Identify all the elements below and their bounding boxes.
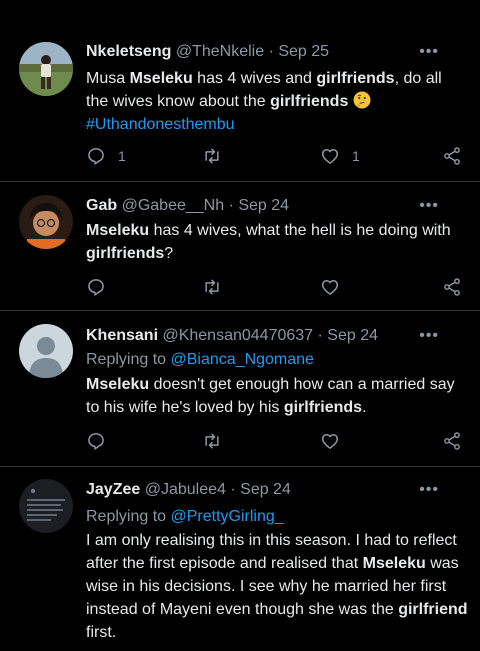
separator-dot: · bbox=[228, 197, 234, 214]
hashtag-link[interactable]: #Uthandonesthembu bbox=[86, 116, 235, 133]
like-button[interactable] bbox=[320, 429, 340, 453]
reply-button[interactable]: 1 bbox=[86, 144, 126, 168]
more-icon[interactable]: ••• bbox=[419, 479, 439, 501]
text-segment: has 4 wives and bbox=[192, 70, 317, 87]
replying-label: Replying to bbox=[86, 351, 171, 368]
text-segment: . bbox=[362, 399, 367, 416]
tweet-date[interactable]: Sep 24 bbox=[240, 481, 291, 498]
like-button[interactable]: 1 bbox=[320, 144, 360, 168]
separator-dot: · bbox=[230, 481, 236, 498]
more-icon[interactable]: ••• bbox=[419, 325, 439, 347]
display-name[interactable]: Nkeletseng bbox=[86, 43, 171, 60]
text-bold: Mseleku bbox=[86, 222, 150, 239]
text-bold: girlfriends bbox=[316, 70, 395, 87]
tweet-text: Musa Mseleku has 4 wives and girlfriends… bbox=[86, 67, 466, 136]
tweet-header: JayZee @Jabulee4 · Sep 24 ••• bbox=[86, 479, 460, 501]
share-button[interactable] bbox=[442, 144, 462, 168]
share-icon bbox=[444, 147, 460, 165]
reply-icon bbox=[88, 433, 104, 450]
share-button[interactable] bbox=[442, 275, 462, 299]
avatar[interactable] bbox=[19, 324, 73, 378]
tweet-header: Khensani @Khensan04470637 · Sep 24 ••• bbox=[86, 325, 460, 347]
share-icon bbox=[444, 432, 460, 450]
tweet[interactable]: Gab @Gabee__Nh · Sep 24 ••• Mseleku has … bbox=[0, 182, 480, 310]
thinking-face-emoji bbox=[353, 91, 371, 109]
tweet-date[interactable]: Sep 24 bbox=[327, 327, 378, 344]
tweet-actions bbox=[86, 275, 466, 299]
share-icon bbox=[444, 278, 460, 296]
tweet-text: Mseleku doesn't get enough how can a mar… bbox=[86, 373, 466, 419]
reply-button[interactable] bbox=[86, 429, 106, 453]
separator-dot: · bbox=[268, 43, 274, 60]
more-icon[interactable]: ••• bbox=[419, 41, 439, 63]
default-avatar-icon bbox=[19, 324, 73, 378]
tweet-date[interactable]: Sep 25 bbox=[278, 43, 329, 60]
retweet-icon bbox=[205, 279, 219, 295]
like-icon bbox=[321, 280, 339, 295]
tweet-text: Mseleku has 4 wives, what the hell is he… bbox=[86, 219, 466, 265]
replying-label: Replying to bbox=[86, 508, 171, 525]
replying-to: Replying to @PrettyGirling_ bbox=[86, 506, 284, 528]
reply-icon bbox=[88, 279, 104, 296]
text-bold: Mseleku bbox=[129, 70, 193, 87]
reply-icon bbox=[88, 148, 104, 165]
user-handle[interactable]: @Khensan04470637 bbox=[162, 327, 313, 344]
tweet-date[interactable]: Sep 24 bbox=[238, 197, 289, 214]
text-bold: girlfriends bbox=[86, 245, 165, 262]
like-count: 1 bbox=[352, 148, 360, 164]
tweet-header: Gab @Gabee__Nh · Sep 24 ••• bbox=[86, 195, 460, 217]
text-bold: girlfriend bbox=[398, 601, 468, 618]
retweet-icon bbox=[205, 433, 219, 449]
text-segment: first. bbox=[86, 624, 117, 641]
retweet-button[interactable] bbox=[202, 144, 222, 168]
text-segment: ? bbox=[164, 245, 174, 262]
retweet-button[interactable] bbox=[202, 275, 222, 299]
avatar-photo bbox=[19, 195, 73, 249]
tweet-feed: Nkeletseng @TheNkelie · Sep 25 ••• Musa … bbox=[0, 0, 480, 651]
more-icon[interactable]: ••• bbox=[419, 195, 439, 217]
tweet[interactable]: JayZee @Jabulee4 · Sep 24 ••• Replying t… bbox=[0, 467, 480, 651]
text-segment: Musa bbox=[86, 70, 130, 87]
retweet-button[interactable] bbox=[202, 429, 222, 453]
retweet-icon bbox=[205, 148, 219, 164]
like-icon bbox=[321, 434, 339, 449]
tweet-header: Nkeletseng @TheNkelie · Sep 25 ••• bbox=[86, 41, 460, 63]
text-bold: girlfriends bbox=[283, 399, 363, 416]
tweet-text: I am only realising this in this season.… bbox=[86, 529, 472, 644]
text-bold: girlfriends bbox=[270, 93, 349, 110]
mention-link[interactable]: @PrettyGirling_ bbox=[171, 508, 284, 525]
avatar[interactable] bbox=[19, 195, 73, 249]
tweet[interactable]: Nkeletseng @TheNkelie · Sep 25 ••• Musa … bbox=[0, 0, 480, 181]
avatar[interactable] bbox=[19, 479, 73, 533]
avatar-photo bbox=[19, 42, 73, 96]
share-button[interactable] bbox=[442, 429, 462, 453]
replying-to: Replying to @Bianca_Ngomane bbox=[86, 349, 314, 371]
like-icon bbox=[321, 149, 339, 164]
separator-dot: · bbox=[317, 327, 323, 344]
tweet-actions: 1 1 bbox=[86, 144, 466, 168]
user-handle[interactable]: @Jabulee4 bbox=[145, 481, 226, 498]
display-name[interactable]: Gab bbox=[86, 197, 117, 214]
reply-button[interactable] bbox=[86, 275, 106, 299]
user-handle[interactable]: @Gabee__Nh bbox=[122, 197, 225, 214]
avatar-photo bbox=[19, 479, 73, 533]
text-bold: Mseleku bbox=[86, 376, 150, 393]
display-name[interactable]: Khensani bbox=[86, 327, 158, 344]
like-button[interactable] bbox=[320, 275, 340, 299]
text-bold: Mseleku bbox=[362, 555, 426, 572]
tweet-actions bbox=[86, 429, 466, 453]
mention-link[interactable]: @Bianca_Ngomane bbox=[171, 351, 314, 368]
user-handle[interactable]: @TheNkelie bbox=[176, 43, 264, 60]
reply-count: 1 bbox=[118, 148, 126, 164]
display-name[interactable]: JayZee bbox=[86, 481, 140, 498]
tweet[interactable]: Khensani @Khensan04470637 · Sep 24 ••• R… bbox=[0, 311, 480, 466]
text-segment: has 4 wives, what the hell is he doing w… bbox=[149, 222, 451, 239]
avatar[interactable] bbox=[19, 42, 73, 96]
